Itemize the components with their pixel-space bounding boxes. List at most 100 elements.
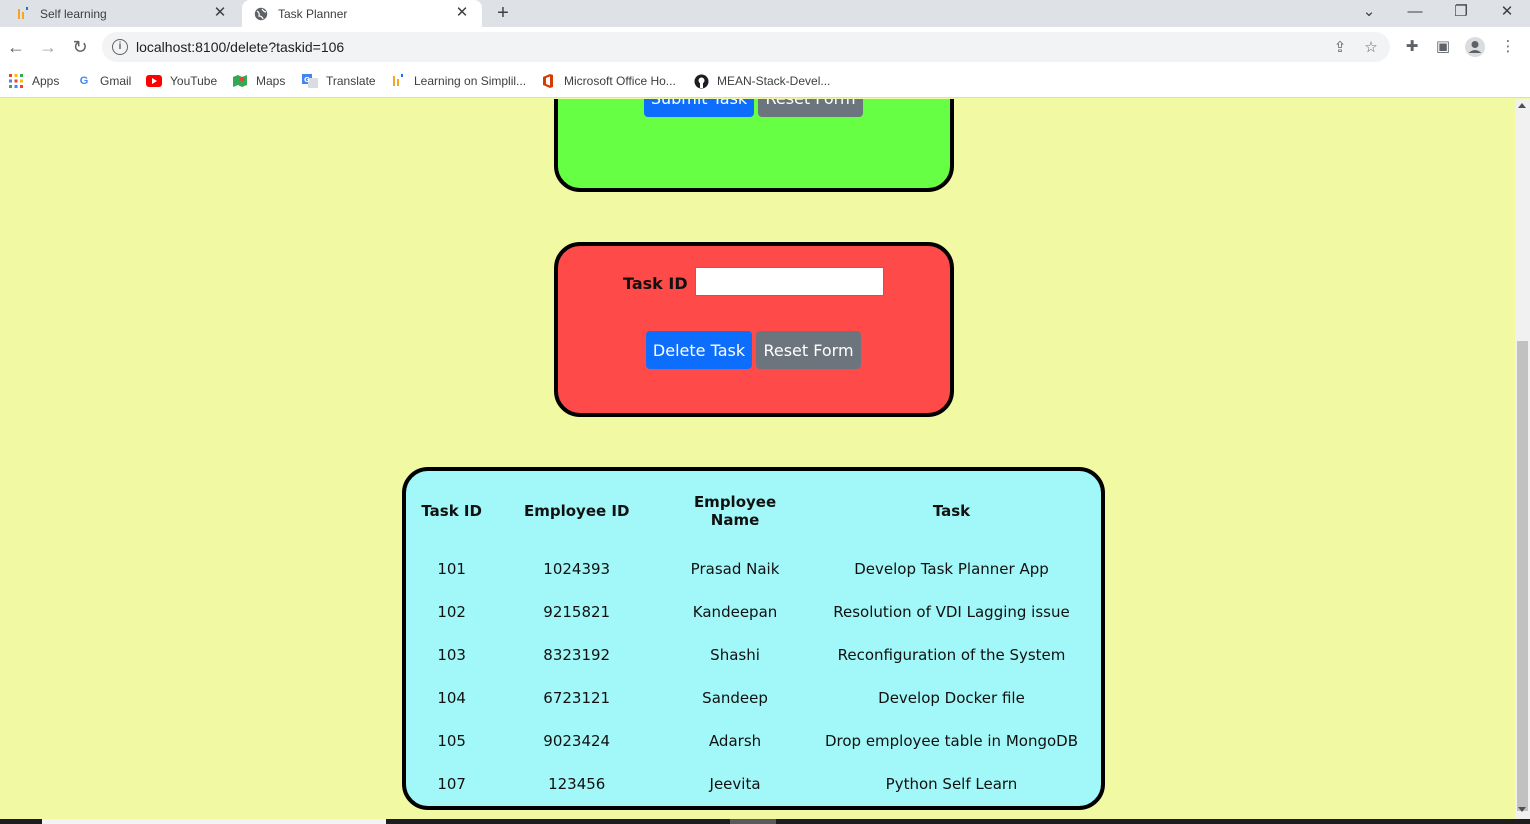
browser-toolbar: ← → ↻ i localhost:8100/delete?taskid=106… — [0, 27, 1530, 67]
table-header-row: Task ID Employee ID Employee Name Task — [418, 489, 1101, 533]
bookmark-translate[interactable]: G Translate — [302, 73, 376, 89]
table-row: 102 9215821 Kandeepan Resolution of VDI … — [418, 590, 1101, 633]
profile-avatar-icon[interactable] — [1463, 35, 1487, 59]
new-tab-plus-icon[interactable]: + — [493, 2, 513, 24]
reload-icon[interactable]: ↻ — [68, 35, 92, 59]
simplilearn-icon — [16, 6, 30, 21]
bookmark-label: Maps — [256, 74, 286, 88]
bookmark-gmail[interactable]: G Gmail — [76, 73, 132, 89]
task-id-label: Task ID : — [623, 274, 700, 293]
tab-title: Self learning — [40, 6, 107, 21]
cell-task-id: 104 — [437, 688, 466, 707]
cell-task: Develop Task Planner App — [854, 559, 1049, 578]
bookmark-label: Gmail — [100, 74, 132, 88]
bookmark-youtube[interactable]: YouTube — [146, 73, 217, 89]
submit-task-button[interactable]: Submit Task — [644, 99, 754, 117]
column-header: Task ID — [421, 502, 482, 520]
cell-employee-name: Adarsh — [708, 731, 762, 750]
bookmark-label: Learning on Simplil... — [414, 74, 527, 88]
task-id-input[interactable] — [695, 267, 884, 296]
bookmark-apps[interactable]: Apps — [8, 73, 59, 89]
bookmark-label: Translate — [326, 74, 376, 88]
apps-grid-icon — [8, 73, 24, 89]
cell-employee-id: 8323192 — [543, 645, 611, 664]
svg-text:G: G — [304, 76, 310, 84]
table-row: 103 8323192 Shashi Reconfiguration of th… — [418, 633, 1101, 676]
menu-kebab-icon[interactable]: ⋮ — [1496, 35, 1520, 59]
bookmark-label: Apps — [32, 74, 60, 88]
close-window-icon[interactable]: ✕ — [1495, 2, 1519, 22]
simplilearn-icon — [390, 73, 406, 89]
cell-employee-id: 9215821 — [543, 602, 611, 621]
bookmark-office[interactable]: Microsoft Office Ho... — [540, 73, 676, 89]
table-row: 105 9023424 Adarsh Drop employee table i… — [418, 719, 1101, 762]
column-header: Employee Name — [693, 493, 777, 529]
translate-icon: G — [302, 73, 318, 89]
bookmark-github[interactable]: MEAN-Stack-Devel... — [693, 73, 830, 89]
scroll-up-arrow-icon[interactable] — [1518, 103, 1526, 108]
side-panel-icon[interactable]: ▣ — [1431, 35, 1455, 59]
scrollbar-thumb[interactable] — [1517, 341, 1528, 811]
forward-arrow-icon[interactable]: → — [36, 35, 60, 59]
bookmark-label: Microsoft Office Ho... — [564, 74, 676, 88]
delete-task-card: Task ID : Delete Task Reset Form — [554, 242, 954, 417]
address-url[interactable]: localhost:8100/delete?taskid=106 — [136, 39, 344, 55]
extensions-puzzle-icon[interactable]: ✚ — [1400, 35, 1424, 59]
delete-task-button[interactable]: Delete Task — [646, 331, 752, 369]
globe-icon — [254, 7, 268, 21]
address-bar[interactable]: i localhost:8100/delete?taskid=106 ⇪ ☆ — [102, 32, 1390, 62]
bookmark-simplilearn[interactable]: Learning on Simplil... — [390, 73, 526, 89]
reset-form-button[interactable]: Reset Form — [758, 99, 863, 117]
office-icon — [540, 73, 556, 89]
taskbar-segment — [730, 819, 776, 824]
close-tab-icon[interactable]: ✕ — [212, 5, 228, 21]
tab-search-chevron-icon[interactable]: ⌄ — [1357, 2, 1381, 22]
page-scrollbar[interactable] — [1515, 99, 1530, 819]
scroll-down-arrow-icon[interactable] — [1518, 807, 1526, 812]
column-header: Employee ID — [523, 502, 630, 520]
column-header: Task — [932, 502, 971, 520]
restore-icon[interactable]: ❐ — [1449, 2, 1473, 22]
table-row: 104 6723121 Sandeep Develop Docker file — [418, 676, 1101, 719]
submit-task-card: Submit Task Reset Form — [554, 99, 954, 192]
tab-self-learning[interactable]: Self learning ✕ — [0, 0, 240, 27]
minimize-icon[interactable]: — — [1403, 2, 1427, 22]
youtube-icon — [146, 73, 162, 89]
google-icon: G — [79, 75, 89, 87]
taskbar-segment — [42, 819, 386, 824]
github-icon — [693, 73, 709, 89]
cell-employee-name: Sandeep — [702, 688, 768, 707]
tab-strip: Self learning ✕ Task Planner ✕ + ⌄ — ❐ ✕ — [0, 0, 1530, 27]
cell-task: Develop Docker file — [878, 688, 1025, 707]
cell-employee-id: 1024393 — [543, 559, 611, 578]
cell-employee-id: 123456 — [548, 774, 606, 793]
tasks-table-card: Task ID Employee ID Employee Name Task 1… — [402, 467, 1105, 810]
table-row: 107 123456 Jeevita Python Self Learn — [418, 762, 1101, 805]
site-info-icon[interactable]: i — [112, 39, 128, 55]
maps-icon — [232, 73, 248, 89]
cell-task-id: 102 — [437, 602, 466, 621]
taskbar-edge — [0, 819, 1530, 824]
bookmark-maps[interactable]: Maps — [232, 73, 285, 89]
back-arrow-icon[interactable]: ← — [4, 35, 28, 59]
cell-task-id: 103 — [437, 645, 466, 664]
table-spacer — [418, 533, 1101, 547]
cell-employee-id: 6723121 — [543, 688, 611, 707]
cell-task: Python Self Learn — [885, 774, 1018, 793]
share-icon[interactable]: ⇪ — [1331, 38, 1349, 56]
cell-employee-name: Kandeepan — [692, 602, 778, 621]
table-row: 101 1024393 Prasad Naik Develop Task Pla… — [418, 547, 1101, 590]
reset-form-button[interactable]: Reset Form — [756, 331, 861, 369]
bookmark-label: MEAN-Stack-Devel... — [717, 74, 831, 88]
cell-employee-name: Jeevita — [709, 774, 761, 793]
tasks-table: Task ID Employee ID Employee Name Task 1… — [418, 489, 1101, 805]
cell-task-id: 105 — [437, 731, 466, 750]
tab-task-planner[interactable]: Task Planner ✕ — [242, 0, 482, 27]
close-tab-icon[interactable]: ✕ — [454, 5, 470, 21]
cell-employee-name: Shashi — [710, 645, 760, 664]
bookmark-star-icon[interactable]: ☆ — [1362, 38, 1380, 56]
cell-employee-id: 9023424 — [543, 731, 611, 750]
cell-task-id: 101 — [437, 559, 466, 578]
page-viewport: Submit Task Reset Form Task ID : Delete … — [0, 99, 1515, 819]
cell-employee-name: Prasad Naik — [690, 559, 780, 578]
